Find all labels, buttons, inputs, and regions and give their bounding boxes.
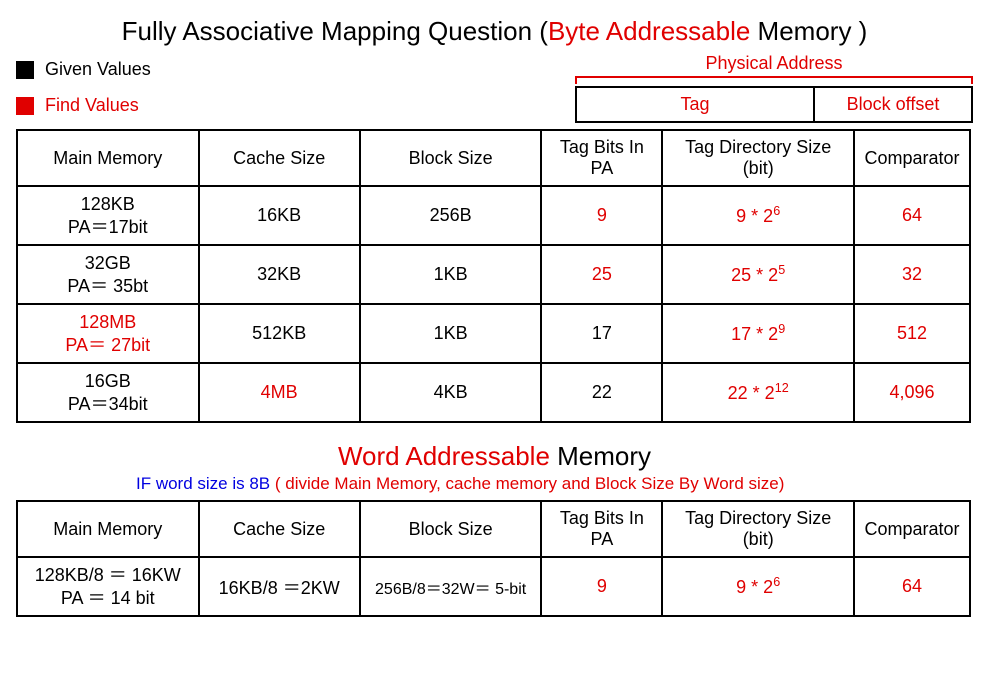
title-highlight: Byte Addressable: [548, 16, 750, 46]
table-cell: 64: [854, 557, 970, 616]
legend-given: Given Values: [16, 51, 151, 87]
pa-offset-cell: Block offset: [814, 87, 972, 122]
pa-label: Physical Address: [575, 53, 973, 74]
th-tag-bits: Tag Bits In PA: [541, 501, 662, 557]
table-row: 128MBPA＝ 27bit512KB1KB1717 * 29512: [17, 304, 970, 363]
section2-if-suffix: ( divide Main Memory, cache memory and B…: [270, 474, 784, 493]
table-cell: 22: [541, 363, 662, 422]
th-block-size: Block Size: [360, 130, 542, 186]
section2-title: Word Addressable Memory: [16, 441, 973, 472]
table-cell: 512: [854, 304, 970, 363]
th-block-size: Block Size: [360, 501, 542, 557]
legend-find-label: Find Values: [45, 95, 139, 115]
table-byte-addressable: Main Memory Cache Size Block Size Tag Bi…: [16, 129, 971, 423]
table-cell: 32KB: [199, 245, 360, 304]
th-cache-size: Cache Size: [199, 130, 360, 186]
tds-exp: 6: [773, 204, 780, 218]
legend-left: Given Values Find Values: [16, 51, 151, 123]
section2-if-prefix: IF word size is 8B: [136, 474, 270, 493]
table-cell: 22 * 212: [662, 363, 854, 422]
table-row: 16GBPA＝34bit4MB4KB2222 * 2124,096: [17, 363, 970, 422]
table-row: 128KBPA＝17bit16KB256B99 * 2664: [17, 186, 970, 245]
table-word-addressable: Main Memory Cache Size Block Size Tag Bi…: [16, 500, 971, 617]
title-suffix: Memory ): [750, 16, 867, 46]
table-cell: 16KB: [199, 186, 360, 245]
table-cell: 256B/8＝32W＝ 5-bit: [360, 557, 542, 616]
square-icon: [16, 61, 34, 79]
title-prefix: Fully Associative Mapping Question (: [122, 16, 548, 46]
table-cell: 32: [854, 245, 970, 304]
tds-base: 9 * 2: [736, 577, 773, 597]
square-icon: [16, 97, 34, 115]
tds-exp: 5: [778, 263, 785, 277]
cell-mm-l1: 32GB: [85, 253, 131, 273]
table-cell: 4MB: [199, 363, 360, 422]
cell-mm-l2: PA＝ 35bt: [67, 276, 148, 296]
table-row: 128KB/8 ＝ 16KW PA ＝ 14 bit 16KB/8 ＝2KW256B…: [17, 557, 970, 616]
legend-find: Find Values: [16, 87, 151, 123]
pa-tag-cell: Tag: [576, 87, 814, 122]
table-cell: 9 * 26: [662, 186, 854, 245]
tds-exp: 12: [775, 381, 789, 395]
tds-exp: 9: [778, 322, 785, 336]
table-cell: 25: [541, 245, 662, 304]
table-cell: 128KB PA＝17bit: [17, 186, 199, 245]
cell-mm-l2: PA＝17bit: [68, 217, 148, 237]
legend-given-label: Given Values: [45, 59, 151, 79]
table-cell: 512KB: [199, 304, 360, 363]
th-cache-size: Cache Size: [199, 501, 360, 557]
th-main-memory: Main Memory: [17, 130, 199, 186]
th-comparator: Comparator: [854, 130, 970, 186]
bracket-icon: [575, 76, 973, 84]
table-header-row: Main Memory Cache Size Block Size Tag Bi…: [17, 501, 970, 557]
tds-exp: 6: [773, 575, 780, 589]
table-cell: 16KB/8 ＝2KW: [199, 557, 360, 616]
th-tag-dir: Tag Directory Size (bit): [662, 501, 854, 557]
cell-mm-l2: PA＝34bit: [68, 394, 148, 414]
th-comparator: Comparator: [854, 501, 970, 557]
cell-mm-l2: PA ＝ 14 bit: [61, 588, 155, 608]
pa-table: Tag Block offset: [575, 86, 973, 123]
tds-base: 25 * 2: [731, 265, 778, 285]
table-cell: 128KB/8 ＝ 16KW PA ＝ 14 bit: [17, 557, 199, 616]
cell-mm-l2: PA＝ 27bit: [65, 335, 150, 355]
table-header-row: Main Memory Cache Size Block Size Tag Bi…: [17, 130, 970, 186]
tds-base: 17 * 2: [731, 324, 778, 344]
table-cell: 4,096: [854, 363, 970, 422]
physical-address-box: Physical Address Tag Block offset: [575, 53, 973, 123]
section2-title-black: Memory: [550, 441, 651, 471]
table-cell: 32GB PA＝ 35bt: [17, 245, 199, 304]
table-cell: 256B: [360, 186, 542, 245]
legend-row: Given Values Find Values Physical Addres…: [16, 51, 973, 123]
table-cell: 64: [854, 186, 970, 245]
section2-subtitle: IF word size is 8B ( divide Main Memory,…: [136, 474, 973, 494]
cell-mm-l1: 128KB/8 ＝ 16KW: [35, 565, 181, 585]
section2-title-red: Word Addressable: [338, 441, 550, 471]
table-cell: 1KB: [360, 304, 542, 363]
table-cell: 16GB PA＝34bit: [17, 363, 199, 422]
th-tag-bits: Tag Bits In PA: [541, 130, 662, 186]
tds-base: 22 * 2: [728, 383, 775, 403]
th-tag-dir: Tag Directory Size (bit): [662, 130, 854, 186]
table-cell: 25 * 25: [662, 245, 854, 304]
table-row: 32GBPA＝ 35bt32KB1KB2525 * 2532: [17, 245, 970, 304]
table-cell: 9: [541, 557, 662, 616]
page-title: Fully Associative Mapping Question (Byte…: [16, 16, 973, 47]
table-cell: 9: [541, 186, 662, 245]
table-cell: 17: [541, 304, 662, 363]
cell-mm-l1: 128KB: [81, 194, 135, 214]
table-cell: 1KB: [360, 245, 542, 304]
tds-base: 9 * 2: [736, 206, 773, 226]
table-cell: 4KB: [360, 363, 542, 422]
table-cell: 128MB PA＝ 27bit: [17, 304, 199, 363]
table-cell: 17 * 29: [662, 304, 854, 363]
th-main-memory: Main Memory: [17, 501, 199, 557]
cell-mm-l1: 16GB: [85, 371, 131, 391]
table-cell: 9 * 26: [662, 557, 854, 616]
cell-mm-l1: 128MB: [79, 312, 136, 332]
